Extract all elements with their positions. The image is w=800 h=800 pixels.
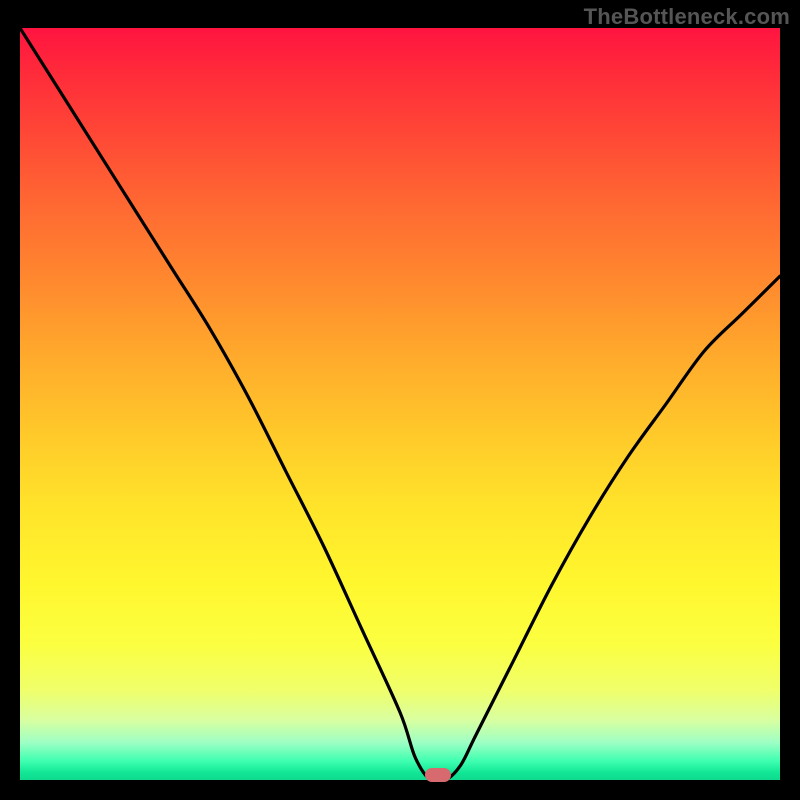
optimal-point-marker <box>425 768 451 782</box>
watermark-text: TheBottleneck.com <box>584 4 790 30</box>
plot-area <box>20 28 780 780</box>
curve-path <box>20 28 780 780</box>
bottleneck-curve <box>20 28 780 780</box>
chart-frame: TheBottleneck.com <box>0 0 800 800</box>
